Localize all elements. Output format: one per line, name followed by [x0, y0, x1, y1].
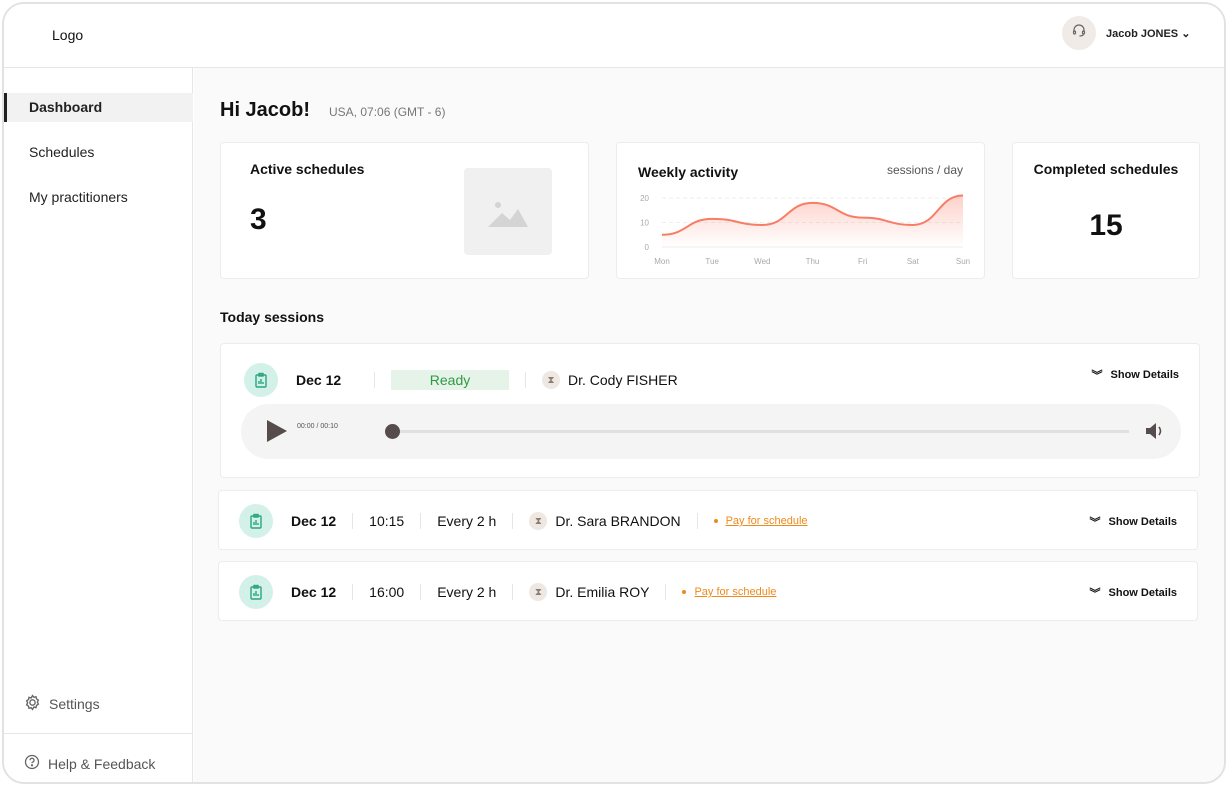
doctor-name[interactable]: Dr. Cody FISHER: [568, 372, 678, 388]
dot-icon: [682, 590, 687, 594]
chevrons-down-icon: ︾: [1091, 370, 1103, 382]
divider: [352, 513, 354, 529]
card-title: Completed schedules: [1033, 161, 1179, 177]
doctor-icon: ⧗: [529, 583, 548, 601]
support-avatar[interactable]: [1062, 16, 1096, 50]
x-tick-label: Wed: [754, 257, 770, 266]
image-placeholder-icon: [464, 168, 552, 255]
show-details-button[interactable]: ︾ Show Details: [1092, 367, 1179, 383]
status-badge: Ready: [391, 370, 509, 390]
headset-icon: [1072, 23, 1086, 43]
card-title: Active schedules: [250, 161, 365, 177]
session-date: Dec 12: [291, 513, 337, 529]
logo[interactable]: Logo: [52, 27, 83, 43]
y-tick-label: 0: [645, 243, 650, 252]
divider: [525, 372, 526, 388]
time-current: 00:00: [297, 423, 315, 430]
session-date: Dec 12: [296, 372, 342, 388]
session-date: Dec 12: [291, 584, 337, 600]
session-header: Dec 12 Ready ⧗ Dr. Cody FISHER: [244, 363, 1199, 397]
user-menu[interactable]: Jacob JONES ⌄: [1106, 27, 1190, 40]
activity-chart: 0 10 20 Mon Tue Wed Thu Fri Sat Sun: [640, 194, 970, 266]
sidebar-item-practitioners[interactable]: My practitioners: [4, 183, 193, 212]
chevrons-down-icon: ︾: [1089, 517, 1101, 529]
audio-player: 00:00 / 00:10: [241, 404, 1181, 459]
help-link[interactable]: Help & Feedback: [24, 754, 155, 773]
show-details-button[interactable]: ︾ Show Details: [1090, 585, 1177, 601]
section-title: Today sessions: [220, 309, 325, 325]
volume-icon[interactable]: [1145, 421, 1165, 441]
clipboard-chart-icon: [244, 363, 278, 397]
divider: [374, 372, 375, 388]
divider: [420, 513, 422, 529]
x-tick-label: Sat: [907, 257, 920, 266]
clipboard-chart-icon: [239, 504, 273, 538]
x-tick-label: Mon: [654, 257, 670, 266]
pay-link[interactable]: Pay for schedule: [726, 515, 808, 527]
session-frequency: Every 2 h: [437, 513, 497, 529]
gear-icon: [24, 694, 41, 714]
divider: [420, 584, 422, 600]
divider: [512, 513, 514, 529]
greeting: Hi Jacob!: [220, 99, 311, 121]
session-row: Dec 12 16:00 Every 2 h ⧗ Dr. Emilia ROY …: [239, 575, 1197, 609]
divider: [696, 513, 698, 529]
x-tick-label: Fri: [858, 257, 868, 266]
y-tick-label: 10: [640, 219, 649, 228]
x-tick-label: Sun: [956, 257, 970, 266]
show-details-button[interactable]: ︾ Show Details: [1090, 514, 1177, 530]
chevron-down-icon: ⌄: [1181, 28, 1191, 40]
clipboard-chart-icon: [239, 575, 273, 609]
session-card: Dec 12 10:15 Every 2 h ⧗ Dr. Sara BRANDO…: [218, 490, 1198, 550]
details-label: Show Details: [1110, 369, 1179, 381]
divider: [665, 584, 667, 600]
time-display: 00:00 / 00:10: [297, 423, 338, 430]
sidebar-item-dashboard[interactable]: Dashboard: [4, 93, 193, 122]
active-count: 3: [250, 203, 267, 236]
progress-track[interactable]: [391, 430, 1129, 433]
x-tick-label: Tue: [705, 257, 719, 266]
top-bar: Logo Jacob JONES ⌄: [4, 4, 1224, 68]
app-window: Logo Jacob JONES ⌄ Dashboard Schedules M…: [2, 2, 1226, 784]
session-row: Dec 12 10:15 Every 2 h ⧗ Dr. Sara BRANDO…: [239, 504, 1197, 538]
sidebar: Dashboard Schedules My practitioners Set…: [4, 68, 193, 782]
details-label: Show Details: [1108, 516, 1177, 528]
divider: [512, 584, 514, 600]
doctor-name[interactable]: Dr. Sara BRANDON: [555, 513, 680, 529]
x-tick-label: Thu: [806, 257, 820, 266]
play-icon[interactable]: [267, 420, 287, 442]
help-label: Help & Feedback: [48, 755, 156, 772]
doctor-icon: ⧗: [529, 512, 548, 530]
session-card: Dec 12 16:00 Every 2 h ⧗ Dr. Emilia ROY …: [218, 561, 1198, 621]
user-name: Jacob JONES: [1106, 28, 1179, 40]
settings-link[interactable]: Settings: [24, 694, 100, 714]
main-content: Hi Jacob! USA, 07:06 (GMT - 6) Active sc…: [194, 68, 1224, 782]
session-frequency: Every 2 h: [437, 584, 497, 600]
session-card: Dec 12 Ready ⧗ Dr. Cody FISHER ︾ Show Det…: [220, 343, 1200, 478]
active-schedules-card: Active schedules 3: [220, 142, 589, 279]
divider: [352, 584, 354, 600]
divider: [4, 733, 193, 734]
doctor-name[interactable]: Dr. Emilia ROY: [555, 584, 649, 600]
y-tick-label: 20: [640, 194, 649, 203]
timezone: USA, 07:06 (GMT - 6): [329, 105, 446, 119]
completed-count: 15: [1089, 209, 1123, 242]
pay-link[interactable]: Pay for schedule: [694, 586, 776, 598]
dot-icon: [713, 519, 718, 523]
session-time: 16:00: [369, 584, 405, 600]
help-icon: [24, 754, 40, 773]
details-label: Show Details: [1108, 587, 1177, 599]
chevrons-down-icon: ︾: [1089, 588, 1101, 600]
completed-schedules-card: Completed schedules 15: [1012, 142, 1200, 279]
weekly-activity-card: Weekly activity sessions / day 0 10 20 Mon T…: [616, 142, 985, 279]
doctor-icon: ⧗: [542, 371, 560, 389]
sidebar-item-schedules[interactable]: Schedules: [4, 138, 193, 167]
session-time: 10:15: [369, 513, 405, 529]
time-total: 00:10: [320, 423, 338, 430]
settings-label: Settings: [49, 696, 100, 712]
progress-handle[interactable]: [385, 424, 400, 439]
